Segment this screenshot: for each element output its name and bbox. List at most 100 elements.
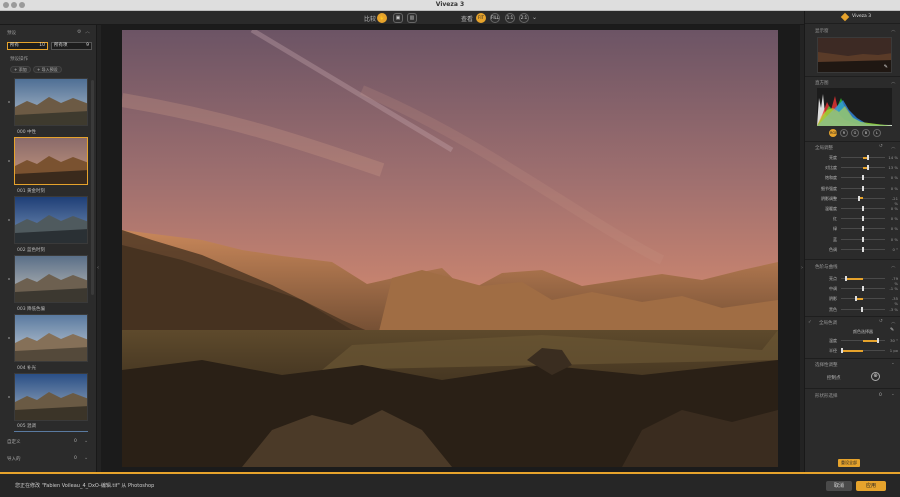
sort-select[interactable]: 所有项 9 [51, 42, 92, 50]
slider-label: 黑色 [829, 306, 837, 312]
image-canvas[interactable] [101, 25, 800, 472]
add-preset-button[interactable]: + 添加 [10, 66, 31, 73]
control-point-collapse-icon[interactable]: ︿ [891, 319, 896, 325]
presets-scrollbar[interactable] [91, 80, 94, 295]
slider-knob[interactable] [862, 175, 864, 181]
slider-value: 30 ° [890, 338, 898, 343]
control-point-check-icon[interactable]: ✓ [808, 320, 812, 325]
apply-button[interactable]: 应用 [856, 481, 886, 491]
histogram-collapse-icon[interactable]: ︿ [891, 79, 896, 85]
collapse-left-arrow-icon[interactable]: ‹ [97, 265, 99, 271]
eyedropper-icon[interactable]: ✎ [890, 327, 894, 333]
presets-settings-icon[interactable]: ⚙ [77, 29, 81, 35]
slider-knob[interactable] [862, 206, 864, 211]
zoom-menu-chevron-icon[interactable]: ⌄ [532, 14, 537, 21]
zoom-2-1-button[interactable]: 2:1 [519, 13, 529, 23]
presets-collapse-icon[interactable]: ︿ [85, 28, 90, 35]
collapse-right-arrow-icon[interactable]: › [801, 265, 803, 271]
slider-knob[interactable] [840, 348, 843, 354]
preset-thumbnail-image [15, 79, 87, 125]
selective-collapse-icon[interactable]: ⌄ [891, 361, 895, 366]
imported-presets-label[interactable]: 导入的 [7, 456, 21, 462]
preset-thumb-005[interactable] [14, 373, 88, 421]
global-reset-icon[interactable]: ↺ [879, 144, 883, 149]
histogram-g-button[interactable]: G [851, 129, 859, 137]
list-divider [14, 431, 88, 432]
slider-label: 红 [833, 216, 837, 222]
zoom-1-1-button[interactable]: 1:1 [505, 13, 515, 23]
navigator-picker-icon[interactable]: ✎ [884, 64, 888, 70]
slider-knob[interactable] [845, 276, 848, 281]
add-control-point-icon[interactable]: ⊕ [871, 372, 880, 381]
slider-knob[interactable] [862, 216, 864, 222]
viveza-logo-icon [840, 12, 850, 22]
side-by-side-button[interactable]: ▥ [407, 13, 417, 23]
histogram-b-button[interactable]: B [862, 129, 870, 137]
slider-label: 半径 [829, 348, 837, 354]
custom-chevron-down-icon[interactable]: ⌄ [84, 438, 88, 444]
slider-knob[interactable] [862, 246, 864, 252]
section-divider [805, 316, 900, 317]
global-collapse-icon[interactable]: ︿ [891, 144, 896, 150]
sort-select-count: 9 [86, 43, 89, 48]
slider-value: -21 % [891, 195, 898, 206]
preset-thumb-000[interactable] [14, 78, 88, 126]
histogram-image [817, 94, 892, 126]
photo-preview[interactable] [122, 30, 778, 467]
slider-value: 13 % [888, 165, 898, 171]
slider-knob[interactable] [877, 338, 880, 343]
preview-label: 查看 [461, 16, 474, 23]
histogram-l-button[interactable]: L [873, 129, 881, 137]
preset-thumb-003[interactable] [14, 255, 88, 303]
import-preset-button[interactable]: + 导入预设 [33, 66, 62, 73]
slider-track[interactable] [841, 197, 885, 199]
preset-marker-dot [8, 396, 10, 398]
slider-knob[interactable] [862, 226, 864, 232]
brand-name: Viveza 3 [852, 14, 872, 19]
preset-thumb-001[interactable] [14, 137, 88, 185]
reset-all-button[interactable]: 重设全部 [838, 459, 860, 467]
slider-value: 14 % [888, 155, 898, 160]
histogram-graph [817, 88, 892, 126]
histogram-r-button[interactable]: R [840, 129, 848, 137]
filter-select[interactable]: 所有 10 [7, 42, 48, 50]
control-point-reset-icon[interactable]: ↺ [879, 319, 883, 324]
slider-knob[interactable] [858, 195, 861, 201]
levels-collapse-icon[interactable]: ︿ [891, 263, 896, 269]
brand-header: Viveza 3 [805, 11, 900, 24]
status-message: 您正在修改 "Fabien Voileau_4_DxO-编辑.tif" 从 Ph… [15, 483, 155, 489]
split-view-button[interactable]: ▣ [393, 13, 403, 23]
compare-hand-button[interactable]: ✋ [377, 13, 387, 23]
preset-label-001: 001 黄金时刻 [17, 189, 46, 194]
slider-value: -1 % [889, 286, 898, 292]
imported-presets-count: 0 [74, 456, 77, 461]
slider-track[interactable] [841, 298, 885, 300]
slider-label: 对比度 [825, 165, 837, 171]
cancel-button[interactable]: 取消 [826, 481, 852, 491]
imported-chevron-down-icon[interactable]: ⌄ [84, 455, 88, 461]
slider-knob[interactable] [861, 306, 864, 312]
navigator-collapse-icon[interactable]: ︿ [891, 27, 896, 33]
zoom-fill-button[interactable]: FILL [490, 13, 500, 23]
adjustments-panel: Viveza 3 显示窗 ︿ ✎ 直方图 ︿ RGB R G B L 全局调整 … [804, 11, 900, 472]
preset-label-003: 003 降低色偏 [17, 307, 46, 312]
shape-selection-collapse-icon[interactable]: ⌄ [891, 392, 895, 397]
preset-thumb-004[interactable] [14, 314, 88, 362]
zoom-fit-button[interactable]: FIT [476, 13, 486, 23]
navigator-thumbnail[interactable]: ✎ [817, 37, 892, 73]
slider-knob[interactable] [861, 286, 864, 292]
shape-selection-count: 0 [879, 393, 882, 398]
custom-presets-label[interactable]: 自定义 [7, 439, 21, 445]
color-picker-label: 颜色选择器 [853, 329, 873, 334]
slider-knob[interactable] [862, 185, 864, 191]
preset-thumb-002[interactable] [14, 196, 88, 244]
preset-label-000: 000 中性 [17, 130, 37, 135]
slider-knob[interactable] [867, 165, 870, 171]
window-title: Viveza 3 [435, 1, 465, 8]
compare-label: 比较 [364, 16, 377, 23]
slider-knob[interactable] [855, 296, 858, 302]
slider-knob[interactable] [862, 236, 864, 242]
section-divider [805, 358, 900, 359]
slider-knob[interactable] [867, 155, 870, 160]
histogram-rgb-button[interactable]: RGB [829, 129, 838, 137]
